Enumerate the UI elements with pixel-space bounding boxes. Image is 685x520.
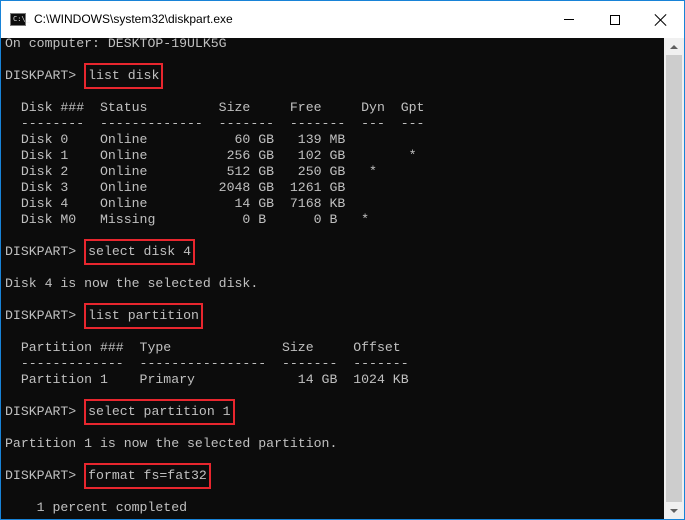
diskpart-prompt: DISKPART>: [5, 468, 85, 483]
console-line: On computer: DESKTOP-19ULK5G: [5, 38, 227, 51]
minimize-icon: [564, 19, 574, 20]
minimize-button[interactable]: [546, 1, 592, 38]
highlighted-command: format fs=fat32: [84, 463, 211, 489]
console-line: Partition 1 Primary 14 GB 1024 KB: [5, 372, 409, 387]
console-command-line: DISKPART> select disk 4: [5, 239, 424, 265]
close-button[interactable]: [638, 1, 684, 38]
maximize-button[interactable]: [592, 1, 638, 38]
console-line: Disk ### Status Size Free Dyn Gpt: [5, 100, 425, 115]
console-command-line: DISKPART> list partition: [5, 303, 424, 329]
console-lines: On computer: DESKTOP-19ULK5G DISKPART> li…: [5, 38, 424, 516]
console-command-line: DISKPART> list disk: [5, 63, 424, 89]
highlighted-command: select partition 1: [84, 399, 235, 425]
highlighted-command: list partition: [84, 303, 203, 329]
command-prompt-icon: C:\_: [10, 13, 30, 26]
highlighted-command: list disk: [84, 63, 164, 89]
title-bar[interactable]: C:\_ C:\WINDOWS\system32\diskpart.exe: [1, 1, 684, 38]
maximize-icon: [610, 14, 620, 25]
diskpart-prompt: DISKPART>: [5, 244, 85, 259]
window-title: C:\WINDOWS\system32\diskpart.exe: [34, 12, 233, 26]
vertical-scrollbar[interactable]: [664, 38, 684, 519]
console-output[interactable]: On computer: DESKTOP-19ULK5G DISKPART> li…: [1, 38, 664, 519]
console-window: C:\_ C:\WINDOWS\system32\diskpart.exe On…: [0, 0, 685, 520]
diskpart-prompt: DISKPART>: [5, 68, 85, 83]
console-line: Disk M0 Missing 0 B 0 B *: [5, 212, 370, 227]
console-line: ------------- ---------------- ------- -…: [5, 356, 409, 371]
diskpart-prompt: DISKPART>: [5, 404, 85, 419]
scrollbar-thumb[interactable]: [666, 55, 682, 502]
console-line: Disk 1 Online 256 GB 102 GB *: [5, 148, 417, 163]
app-icon-glyph: C:\_: [13, 15, 30, 23]
highlighted-command: select disk 4: [84, 239, 196, 265]
console-line: Disk 2 Online 512 GB 250 GB *: [5, 164, 377, 179]
console-command-line: DISKPART> select partition 1: [5, 399, 424, 425]
console-line: Disk 4 is now the selected disk.: [5, 276, 259, 291]
scroll-up-button[interactable]: [664, 38, 684, 55]
console-line: -------- ------------- ------- ------- -…: [5, 116, 425, 131]
chevron-down-icon: [670, 508, 678, 513]
diskpart-prompt: DISKPART>: [5, 308, 85, 323]
scroll-down-button[interactable]: [664, 502, 684, 519]
console-line: 1 percent completed: [5, 500, 188, 515]
console-line: Partition ### Type Size Offset: [5, 340, 401, 355]
close-icon: [655, 14, 667, 26]
console-line: Disk 3 Online 2048 GB 1261 GB: [5, 180, 346, 195]
console-line: Disk 0 Online 60 GB 139 MB: [5, 132, 346, 147]
console-line: Partition 1 is now the selected partitio…: [5, 436, 338, 451]
console-line: Disk 4 Online 14 GB 7168 KB: [5, 196, 346, 211]
console-command-line: DISKPART> format fs=fat32: [5, 463, 424, 489]
chevron-up-icon: [670, 44, 678, 49]
